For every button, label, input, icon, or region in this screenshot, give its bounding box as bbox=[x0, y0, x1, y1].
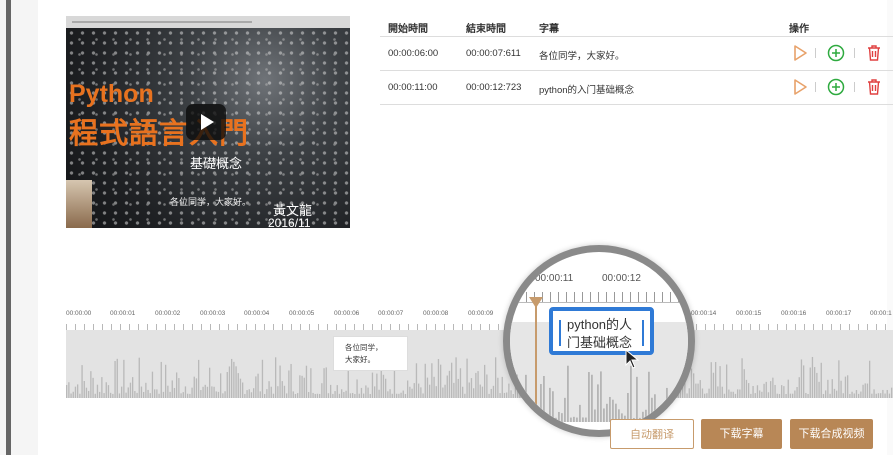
tick-label: 00:00:06 bbox=[334, 310, 360, 317]
tick-label: 00:00:17 bbox=[826, 310, 852, 317]
video-subtitle: 基礎概念 bbox=[190, 156, 243, 171]
tick-label: 00:00:16 bbox=[781, 310, 807, 317]
tick-label: 00:00:01 bbox=[110, 310, 136, 317]
trash-icon[interactable] bbox=[865, 44, 883, 62]
segment-left-handle[interactable] bbox=[559, 320, 561, 346]
tick-label: 00:00:00 bbox=[66, 310, 92, 317]
tick-label: 00:00:09 bbox=[468, 310, 494, 317]
divider bbox=[815, 48, 816, 58]
play-icon bbox=[201, 114, 214, 130]
presenter-thumbnail bbox=[66, 180, 92, 228]
selected-segment-text-line2: 门基础概念 bbox=[567, 335, 633, 350]
play-outline-icon[interactable] bbox=[791, 44, 809, 62]
left-scroll-bar[interactable] bbox=[6, 0, 11, 455]
segment-text-line2: 大家好。 bbox=[345, 355, 375, 364]
tick-label: 00:00:15 bbox=[736, 310, 762, 317]
cell-start-time[interactable]: 00:00:11:00 bbox=[388, 82, 437, 93]
header-start-time: 開始時間 bbox=[388, 24, 428, 35]
selected-segment-text-line1: python的人 bbox=[567, 317, 633, 332]
cell-end-time[interactable]: 00:00:07:611 bbox=[466, 48, 521, 59]
tick-label: 00:00:04 bbox=[244, 310, 270, 317]
cell-subtitle[interactable]: 各位同学，大家好。 bbox=[539, 48, 625, 62]
mouse-cursor-icon bbox=[625, 349, 640, 369]
tick-label: 00:00:08 bbox=[423, 310, 449, 317]
download-merged-video-button[interactable]: 下载合成视频 bbox=[790, 419, 873, 449]
header-end-time: 結束時間 bbox=[466, 24, 506, 35]
plus-circle-icon[interactable] bbox=[827, 78, 845, 96]
tick-label: 00:00:07 bbox=[378, 310, 404, 317]
selected-subtitle-segment[interactable]: python的人 门基础概念 bbox=[549, 307, 654, 355]
video-caption: 各位同学，大家好。 bbox=[170, 197, 252, 207]
tick-label: 00:00:1 bbox=[870, 310, 892, 317]
cell-end-time[interactable]: 00:00:12:723 bbox=[466, 82, 521, 93]
waveform bbox=[66, 356, 893, 398]
video-title-line1: Python bbox=[69, 80, 154, 108]
trash-icon[interactable] bbox=[865, 78, 883, 96]
table-row[interactable]: 00:00:06:00 00:00:07:611 各位同学，大家好。 bbox=[380, 36, 893, 71]
zoom-magnifier: 00:00:11 00:00:12 python的人 门基础概念 bbox=[503, 245, 695, 437]
segment-right-handle[interactable] bbox=[642, 320, 644, 346]
tick-label: 00:00:05 bbox=[289, 310, 315, 317]
plus-circle-icon[interactable] bbox=[827, 44, 845, 62]
zoom-tick-label: 00:00:11 bbox=[535, 273, 574, 284]
table-header: 開始時間 結束時間 字幕 操作 bbox=[380, 16, 893, 36]
video-play-button[interactable] bbox=[186, 104, 226, 140]
zoom-tick-label: 00:00:12 bbox=[602, 273, 641, 284]
divider bbox=[815, 82, 816, 92]
auto-translate-button[interactable]: 自动翻译 bbox=[610, 419, 694, 449]
cell-subtitle[interactable]: python的入门基础概念 bbox=[539, 82, 634, 96]
video-browser-bar bbox=[66, 16, 350, 28]
video-date: 2016/11 bbox=[268, 216, 311, 228]
divider bbox=[854, 82, 855, 92]
table-row[interactable]: 00:00:11:00 00:00:12:723 python的入门基础概念 bbox=[380, 71, 893, 105]
header-actions: 操作 bbox=[789, 24, 809, 35]
download-subtitles-button[interactable]: 下载字幕 bbox=[701, 419, 782, 449]
tick-label: 00:00:14 bbox=[691, 310, 717, 317]
video-preview[interactable]: Python 程式語言入門 基礎概念 各位同学，大家好。 黃文龍 2016/11 bbox=[66, 16, 350, 228]
header-subtitle: 字幕 bbox=[539, 24, 559, 35]
zoom-playhead bbox=[535, 300, 537, 430]
play-outline-icon[interactable] bbox=[791, 78, 809, 96]
subtitle-segment[interactable]: 各位同学， 大家好。 bbox=[333, 336, 408, 371]
zoom-playhead-handle bbox=[529, 297, 543, 308]
tick-label: 00:00:02 bbox=[155, 310, 181, 317]
tick-label: 00:00:03 bbox=[200, 310, 226, 317]
audio-waveform-track[interactable] bbox=[66, 330, 893, 398]
divider bbox=[854, 48, 855, 58]
cell-start-time[interactable]: 00:00:06:00 bbox=[388, 48, 438, 59]
subtitle-table: 開始時間 結束時間 字幕 操作 00:00:06:00 00:00:07:611… bbox=[380, 16, 893, 105]
